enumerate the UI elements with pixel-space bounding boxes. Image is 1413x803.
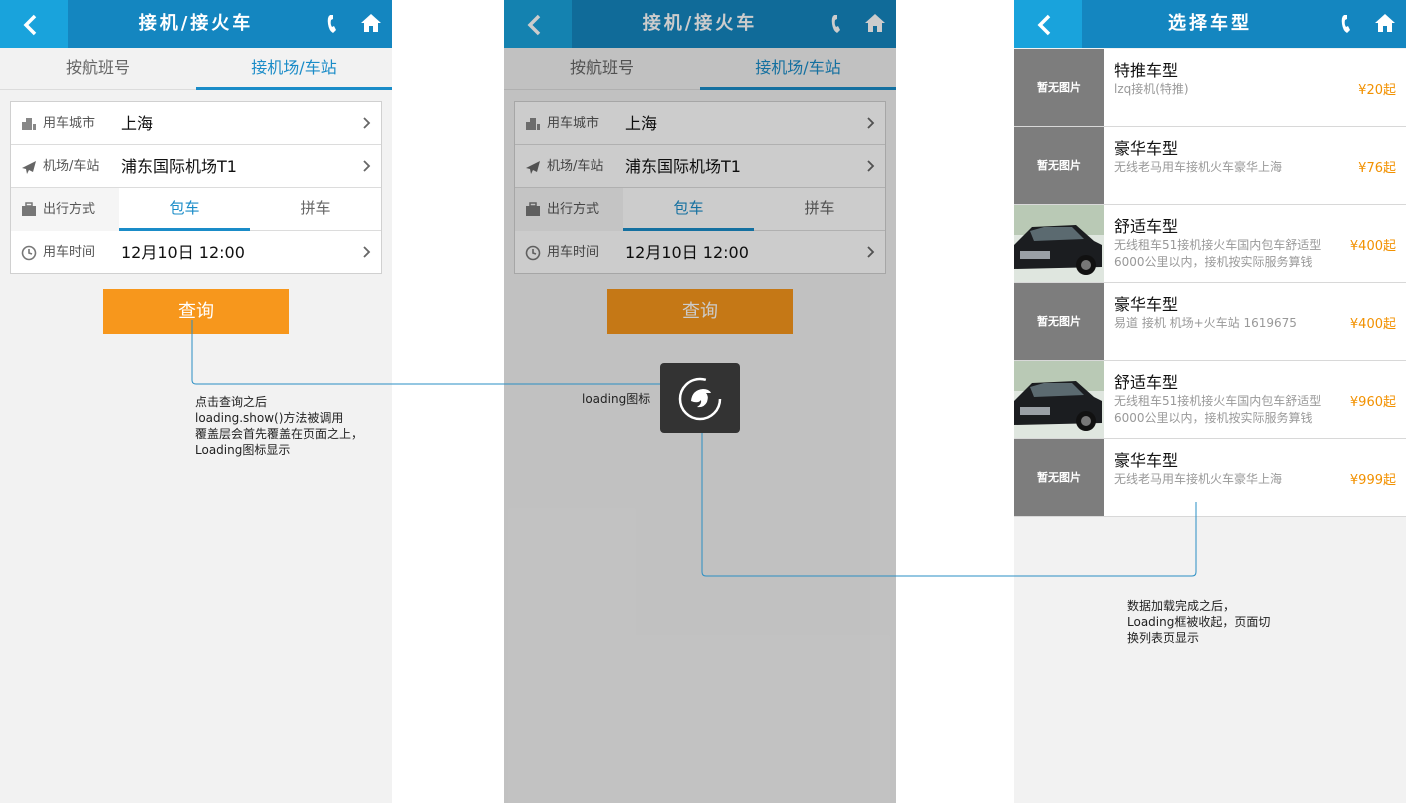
annotation-after-load: 数据加载完成之后， Loading框被收起，页面切 换列表页显示 bbox=[1127, 599, 1271, 645]
annotation-after-query: 点击查询之后 loading.show()方法被调用 覆盖层会首先覆盖在页面之上… bbox=[195, 395, 364, 457]
